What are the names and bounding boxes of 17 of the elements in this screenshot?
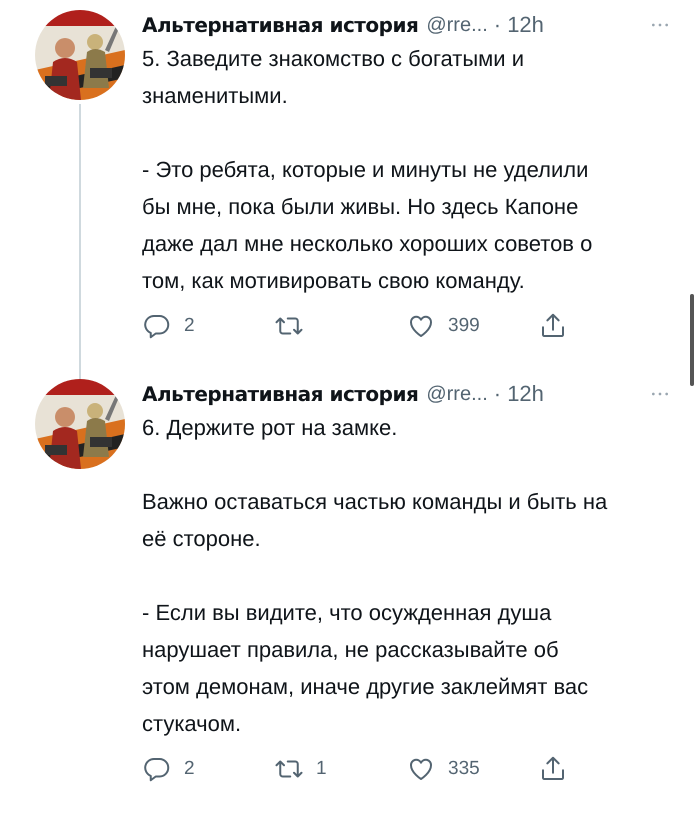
reply-count: 2: [184, 315, 195, 337]
author-handle[interactable]: @rre...: [426, 382, 488, 406]
tweet-text: - Если вы видите, что осужденная душа нарушает правила, не рассказывайте об этом демонам, иначе другие заклеймят вас стукачом.: [142, 599, 590, 738]
scrollbar[interactable]: [690, 294, 694, 386]
reply-count: 2: [184, 758, 195, 780]
author-name[interactable]: Альтернативная история: [142, 382, 418, 406]
tweet-text: - Это ребята, которые и минуты не уделили бы мне, пока были живы. Но здесь Капоне даже дал мне несколько хороших советов о том, как мотивировать свою команду.: [142, 156, 594, 295]
timestamp[interactable]: · 12h: [494, 12, 544, 38]
author-name[interactable]: Альтернативная история: [142, 13, 418, 37]
author-handle[interactable]: @rre...: [426, 14, 488, 36]
tweet-text: 5. Заведите знакомство с богатыми и знаменитыми.: [142, 45, 525, 110]
like-count: 335: [448, 758, 480, 780]
retweet-count: 1: [316, 758, 327, 780]
timestamp[interactable]: · 12h: [494, 381, 544, 407]
tweet-text: 6. Держите рот на замке.: [142, 414, 398, 442]
like-count: 399: [448, 315, 480, 337]
tweet-text: Важно оставаться частью команды и быть на её стороне.: [142, 488, 608, 553]
